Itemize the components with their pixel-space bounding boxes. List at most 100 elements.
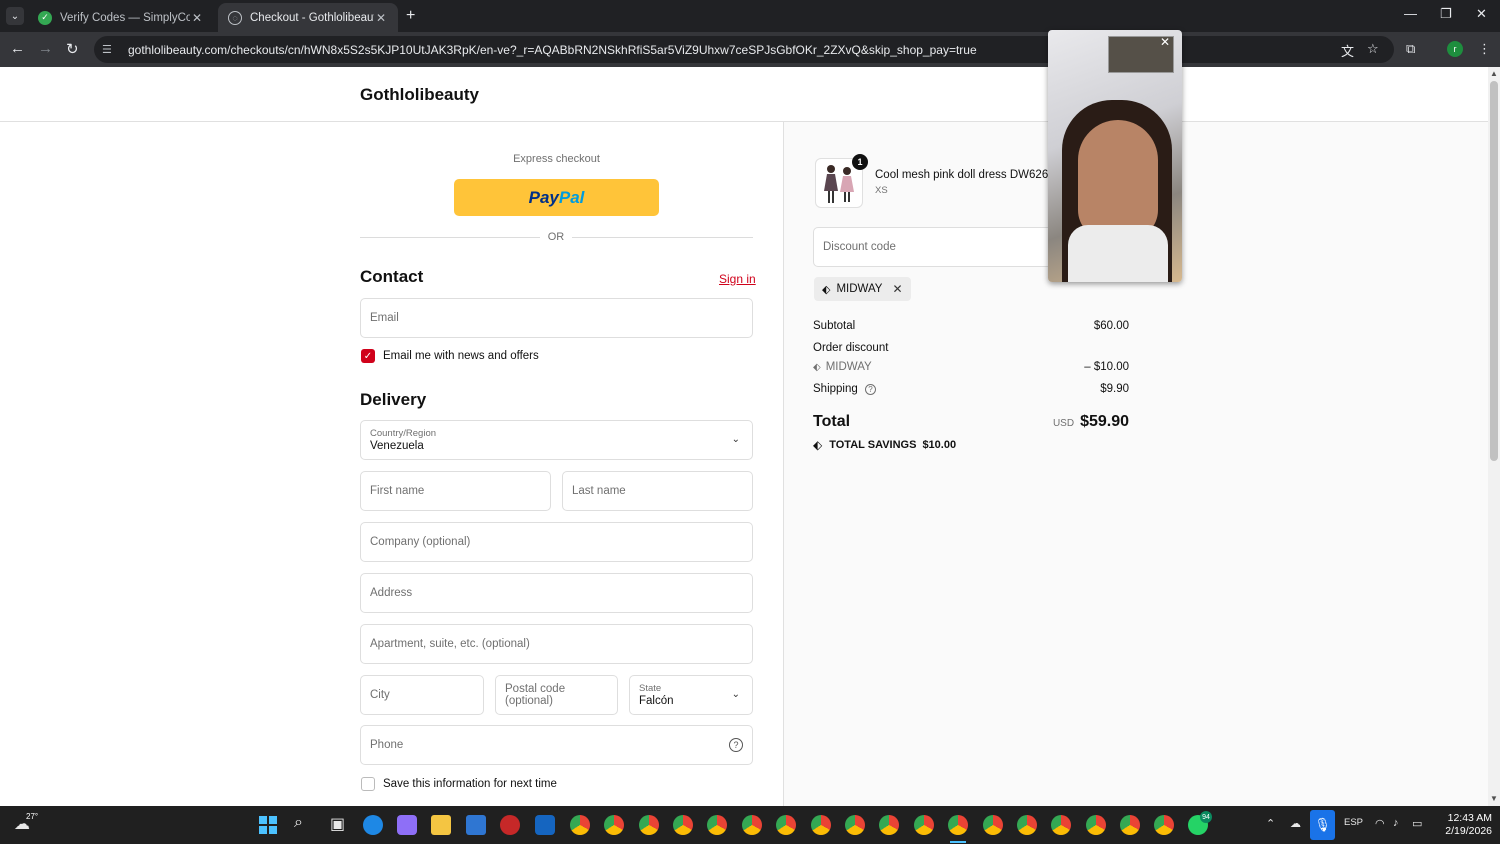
chrome-profile-icon-active[interactable]	[948, 815, 968, 835]
postal-placeholder: Postal code (optional)	[505, 683, 566, 707]
city-field[interactable]: City	[360, 675, 484, 715]
store-icon[interactable]	[466, 815, 486, 835]
windows-start-icon[interactable]	[259, 816, 277, 834]
task-view-icon[interactable]: ▣	[330, 814, 345, 834]
copilot-icon[interactable]	[397, 815, 417, 835]
tab-simplycodes[interactable]: ✓ Verify Codes — SimplyCodes ✕	[28, 3, 214, 32]
product-variant: XS	[875, 185, 888, 196]
profile-avatar[interactable]: r	[1447, 41, 1463, 57]
chrome-profile-icon[interactable]	[673, 815, 693, 835]
address-field[interactable]: Address	[360, 573, 753, 613]
bookmark-star-icon[interactable]: ☆	[1367, 41, 1379, 57]
close-window-icon[interactable]: ✕	[1476, 6, 1487, 22]
back-icon[interactable]: ←	[10, 40, 25, 57]
applied-code-text: MIDWAY	[836, 283, 883, 295]
wifi-icon[interactable]: ◠	[1375, 817, 1385, 830]
paypal-button[interactable]: Pay Pal	[454, 179, 659, 216]
chrome-profile-icon[interactable]	[845, 815, 865, 835]
onedrive-cloud-icon[interactable]: ☁	[1290, 817, 1301, 830]
email-field[interactable]: Email	[360, 298, 753, 338]
extensions-icon[interactable]: ⧉	[1406, 41, 1415, 57]
language-indicator[interactable]: ESP	[1344, 817, 1363, 828]
chrome-profile-icon[interactable]	[1120, 815, 1140, 835]
chrome-profile-icon[interactable]	[707, 815, 727, 835]
site-info-icon[interactable]: ☰	[102, 43, 118, 56]
close-icon[interactable]: ✕	[1160, 35, 1170, 49]
menu-icon[interactable]: ⋮	[1478, 41, 1491, 57]
remove-discount-icon[interactable]: ✕	[892, 282, 902, 296]
tab-checkout[interactable]: ◌ Checkout - Gothlolibeauty ✕	[218, 3, 398, 32]
search-icon[interactable]: ⌕	[294, 814, 303, 832]
new-tab-icon[interactable]: +	[406, 7, 415, 25]
edge-icon[interactable]	[363, 815, 383, 835]
first-name-field[interactable]: First name	[360, 471, 551, 511]
discount-code-row: ⬖ MIDWAY – $10.00	[813, 361, 1129, 373]
order-discount-label: Order discount	[813, 342, 889, 354]
apartment-placeholder: Apartment, suite, etc. (optional)	[370, 638, 530, 650]
scroll-down-icon[interactable]: ▼	[1490, 794, 1498, 803]
help-icon[interactable]: ?	[864, 384, 876, 395]
shipping-label: Shipping	[813, 383, 858, 395]
help-icon[interactable]: ?	[729, 738, 743, 752]
chrome-profile-icon[interactable]	[811, 815, 831, 835]
file-explorer-icon[interactable]	[431, 815, 451, 835]
scroll-thumb[interactable]	[1490, 81, 1498, 461]
show-hidden-icons-icon[interactable]: ⌃	[1266, 817, 1275, 830]
restore-icon[interactable]: ❐	[1440, 6, 1452, 22]
shipping-value: $9.90	[1100, 383, 1129, 395]
chrome-profile-icon[interactable]	[879, 815, 899, 835]
translate-icon[interactable]: 文	[1341, 41, 1354, 60]
apartment-field[interactable]: Apartment, suite, etc. (optional)	[360, 624, 753, 664]
chrome-profile-icon[interactable]	[914, 815, 934, 835]
chrome-profile-icon[interactable]	[983, 815, 1003, 835]
news-checkbox-row[interactable]: ✓ Email me with news and offers	[361, 349, 539, 363]
last-name-field[interactable]: Last name	[562, 471, 753, 511]
tab-search-button[interactable]: ⌄	[6, 7, 24, 25]
browser-toolbar: ← → ↻ ☰ gothlolibeauty.com/checkouts/cn/…	[0, 32, 1500, 67]
security-app-icon[interactable]	[500, 815, 520, 835]
chrome-profile-icon[interactable]	[1017, 815, 1037, 835]
shop-logo-text[interactable]: Gothlolibeauty	[360, 85, 479, 105]
contact-title: Contact	[360, 267, 424, 286]
chrome-profile-icon[interactable]	[604, 815, 624, 835]
chrome-profile-icon[interactable]	[776, 815, 796, 835]
news-checkbox[interactable]: ✓	[361, 349, 375, 363]
volume-icon[interactable]: ♪	[1393, 817, 1399, 829]
sign-in-link[interactable]: Sign in	[719, 272, 756, 286]
country-select[interactable]: Country/Region Venezuela ⌄	[360, 420, 753, 460]
forward-icon[interactable]: →	[38, 40, 53, 57]
chrome-profile-icon[interactable]	[639, 815, 659, 835]
microphone-icon[interactable]: 🎙	[1310, 810, 1335, 840]
url-text: gothlolibeauty.com/checkouts/cn/hWN8x5S2…	[128, 42, 977, 57]
subtotal-value: $60.00	[1093, 320, 1129, 332]
address-bar[interactable]: ☰ gothlolibeauty.com/checkouts/cn/hWN8x5…	[94, 36, 1394, 63]
company-field[interactable]: Company (optional)	[360, 522, 753, 562]
clock[interactable]: 12:43 AM 2/19/2026	[1432, 812, 1492, 838]
chrome-profile-icon[interactable]	[1051, 815, 1071, 835]
country-label: Country/Region	[370, 428, 437, 439]
tag-icon: ⬖	[813, 438, 823, 452]
chrome-profile-icon[interactable]	[1086, 815, 1106, 835]
chevron-down-icon: ⌄	[731, 689, 740, 700]
phone-field[interactable]: Phone ?	[360, 725, 753, 765]
quantity-badge: 1	[852, 154, 868, 170]
chrome-profile-icon[interactable]	[570, 815, 590, 835]
postal-code-field[interactable]: Postal code (optional)	[495, 675, 618, 715]
reload-icon[interactable]: ↻	[66, 40, 79, 58]
battery-icon[interactable]: ▭	[1412, 817, 1422, 830]
save-info-row[interactable]: Save this information for next time	[361, 777, 557, 791]
save-info-checkbox[interactable]	[361, 777, 375, 791]
state-select[interactable]: State Falcón ⌄	[629, 675, 753, 715]
close-tab-icon[interactable]: ✕	[374, 11, 388, 25]
vpn-shield-icon[interactable]	[535, 815, 555, 835]
chrome-profile-icon[interactable]	[742, 815, 762, 835]
order-discount-row: Order discount	[813, 342, 1129, 354]
video-call-overlay[interactable]: ✕	[1048, 30, 1182, 282]
scroll-up-icon[interactable]: ▲	[1490, 69, 1498, 78]
tag-icon: ⬖	[813, 362, 821, 373]
paypal-logo-text: Pay	[528, 187, 559, 207]
close-tab-icon[interactable]: ✕	[190, 11, 204, 25]
chrome-profile-icon[interactable]	[1154, 815, 1174, 835]
page-scrollbar[interactable]: ▲ ▼	[1488, 67, 1500, 806]
minimize-icon[interactable]: —	[1404, 6, 1417, 21]
